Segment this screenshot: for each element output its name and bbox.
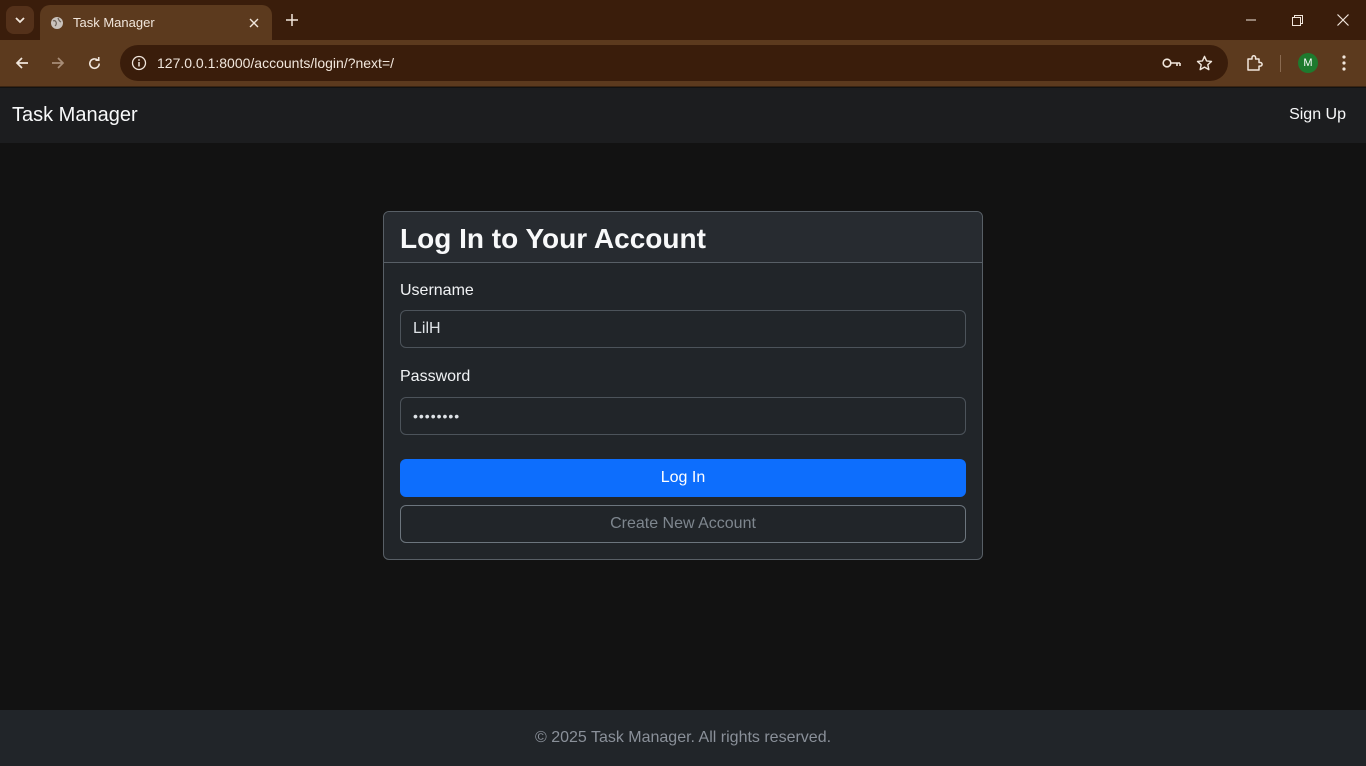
back-button[interactable] (8, 49, 36, 77)
login-button[interactable]: Log In (400, 459, 966, 497)
url-text: 127.0.0.1:8000/accounts/login/?next=/ (157, 55, 395, 71)
toolbar-divider (1280, 55, 1281, 72)
close-window-button[interactable] (1320, 0, 1366, 40)
login-card-title: Log In to Your Account (400, 223, 706, 254)
chevron-down-icon (15, 17, 25, 24)
create-account-button[interactable]: Create New Account (400, 505, 966, 543)
arrow-right-icon (52, 57, 65, 69)
address-bar[interactable]: 127.0.0.1:8000/accounts/login/?next=/ (120, 45, 1228, 81)
browser-toolbar: 127.0.0.1:8000/accounts/login/?next=/ M (0, 40, 1366, 87)
puzzle-icon (1247, 54, 1263, 71)
browser-tab-active[interactable]: Task Manager (40, 5, 272, 40)
profile-avatar[interactable]: M (1298, 53, 1318, 73)
close-icon (1337, 14, 1349, 26)
globe-icon (51, 16, 63, 29)
restore-icon (1291, 14, 1303, 26)
password-input[interactable]: •••••••• (400, 397, 966, 435)
tab-close-icon[interactable] (246, 15, 262, 31)
more-vertical-icon (1342, 55, 1346, 71)
new-tab-button[interactable] (280, 8, 304, 32)
minimize-button[interactable] (1228, 0, 1274, 40)
plus-icon (286, 14, 298, 26)
login-card: Log In to Your Account Username LilH Pas… (383, 211, 983, 560)
app-navbar: Task Manager Sign Up (0, 88, 1366, 143)
bookmark-star-icon[interactable] (1190, 49, 1218, 77)
extensions-button[interactable] (1240, 49, 1268, 77)
tab-title: Task Manager (73, 15, 155, 30)
browser-tabstrip: Task Manager (0, 0, 1366, 40)
tab-search-button[interactable] (6, 6, 34, 34)
password-key-icon[interactable] (1158, 49, 1186, 77)
page-footer: © 2025 Task Manager. All rights reserved… (0, 710, 1366, 766)
password-label: Password (400, 368, 471, 385)
reload-button[interactable] (80, 49, 108, 77)
footer-copyright: © 2025 Task Manager. All rights reserved… (534, 729, 832, 746)
login-card-header: Log In to Your Account (384, 212, 982, 263)
minimize-icon (1246, 19, 1256, 21)
browser-menu-button[interactable] (1330, 49, 1358, 77)
arrow-left-icon (15, 57, 28, 69)
signup-link[interactable]: Sign Up (1289, 106, 1346, 124)
site-info-icon[interactable] (122, 45, 156, 81)
username-label: Username (400, 282, 474, 299)
restore-button[interactable] (1274, 0, 1320, 40)
navbar-brand[interactable]: Task Manager (12, 104, 138, 127)
forward-button[interactable] (44, 49, 72, 77)
username-input[interactable]: LilH (400, 310, 966, 348)
reload-icon (88, 56, 100, 69)
